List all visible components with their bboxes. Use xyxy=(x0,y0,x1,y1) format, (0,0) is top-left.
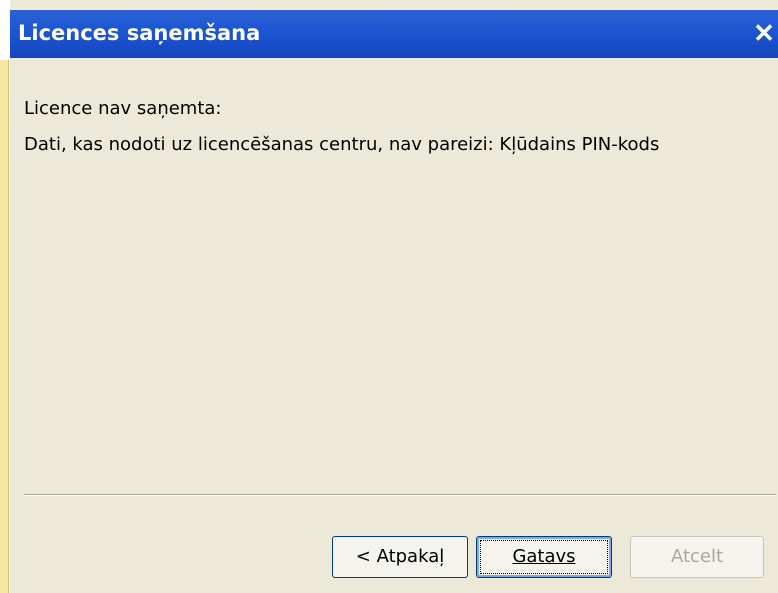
button-separator xyxy=(24,494,776,496)
background-window-edge xyxy=(0,0,10,593)
back-button[interactable]: < Atpakaļ xyxy=(332,536,468,578)
license-dialog: Licences saņemšana ✕ Licence nav saņemta… xyxy=(10,0,778,593)
back-button-label: < Atpakaļ xyxy=(355,546,445,567)
background-window-border xyxy=(0,60,9,593)
cancel-button-label: Atcelt xyxy=(670,546,724,567)
focus-ring xyxy=(480,540,608,574)
dialog-content: Licence nav saņemta: Dati, kas nodoti uz… xyxy=(10,58,778,593)
dialog-title: Licences saņemšana xyxy=(18,21,261,45)
title-bar[interactable]: Licences saņemšana ✕ xyxy=(10,10,778,58)
cancel-button[interactable]: Atcelt xyxy=(630,536,764,578)
error-message: Dati, kas nodoti uz licencēšanas centru,… xyxy=(24,134,660,155)
close-button[interactable]: ✕ xyxy=(752,18,776,48)
close-icon: ✕ xyxy=(753,18,775,48)
status-message: Licence nav saņemta: xyxy=(24,98,222,119)
done-button[interactable]: Gatavs xyxy=(476,536,612,578)
